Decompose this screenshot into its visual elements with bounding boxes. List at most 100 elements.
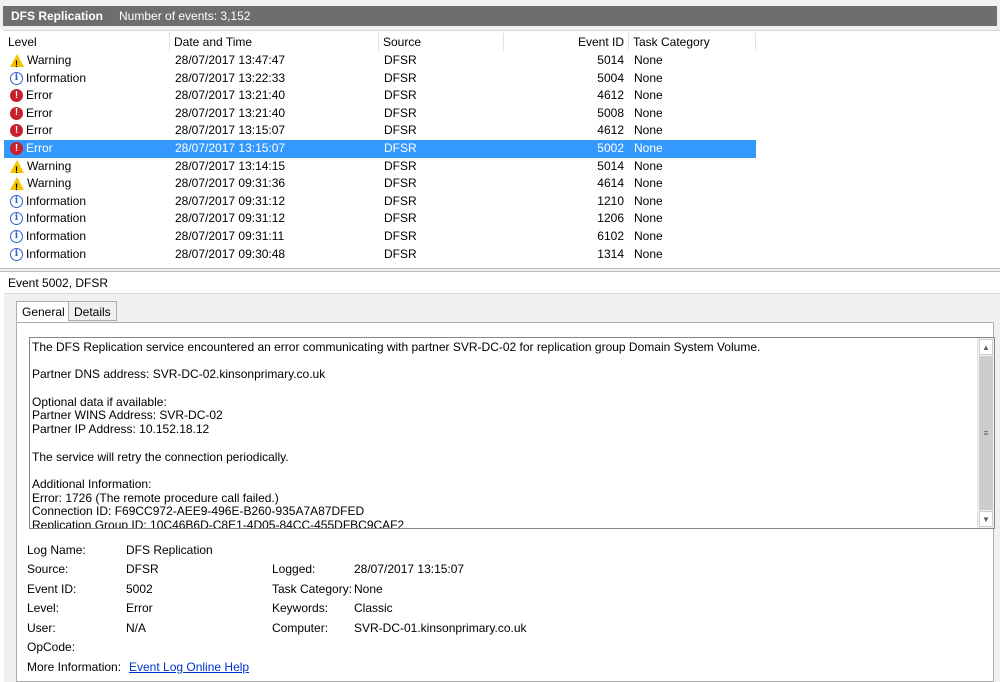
description-line: Connection ID: F69CC972-AEE9-496E-B260-9… xyxy=(32,504,365,519)
column-date[interactable]: Date and Time xyxy=(170,33,379,51)
event-row[interactable]: i Information 28/07/2017 13:22:33 DFSR 5004 N… xyxy=(4,70,756,88)
event-id: 1210 xyxy=(597,193,624,208)
event-id-value: 5002 xyxy=(126,582,153,596)
event-task-category: None xyxy=(634,229,663,243)
event-source: DFSR xyxy=(384,229,417,243)
level-value: Error xyxy=(126,601,153,615)
event-source: DFSR xyxy=(384,141,417,155)
scroll-thumb[interactable]: ≡ xyxy=(979,356,993,510)
event-task-category: None xyxy=(634,70,663,85)
event-date: 28/07/2017 09:30:48 xyxy=(175,246,286,261)
event-level: ! Warning xyxy=(10,158,71,175)
event-level-text: Information xyxy=(26,211,87,226)
error-icon: ! xyxy=(10,89,23,103)
log-name-label: Log Name: xyxy=(27,543,86,557)
log-name-value: DFS Replication xyxy=(126,543,213,557)
description-line: Partner IP Address: 10.152.18.12 xyxy=(32,422,210,437)
event-description-box[interactable]: The DFS Replication service encountered … xyxy=(29,337,995,529)
event-level-text: Warning xyxy=(27,158,72,173)
column-task-category[interactable]: Task Category xyxy=(629,33,756,51)
detail-header: Event 5002, DFSR xyxy=(4,272,1000,294)
event-level-text: Error xyxy=(26,88,53,103)
event-source: DFSR xyxy=(384,246,417,261)
event-date: 28/07/2017 09:31:36 xyxy=(175,176,286,191)
task-category-value: None xyxy=(354,582,383,596)
event-row[interactable]: i Information 28/07/2017 09:30:48 DFSR 1314 N… xyxy=(4,246,756,264)
event-task-category: None xyxy=(634,105,663,120)
event-row[interactable]: i Information 28/07/2017 09:31:11 DFSR 6102 N… xyxy=(4,228,756,246)
event-level-text: Warning xyxy=(27,53,72,67)
event-date: 28/07/2017 09:31:11 xyxy=(175,229,285,243)
column-header: Level Date and Time Source Event ID Task… xyxy=(4,33,1000,51)
event-level: ! Error xyxy=(10,122,53,139)
event-date: 28/07/2017 13:15:07 xyxy=(175,141,286,155)
event-id-label: Event ID: xyxy=(27,582,77,596)
column-level[interactable]: Level xyxy=(4,33,170,51)
event-source: DFSR xyxy=(384,88,417,103)
event-row[interactable]: ! Error 28/07/2017 13:21:40 DFSR 5008 None xyxy=(4,105,756,123)
event-row[interactable]: i Information 28/07/2017 09:31:12 DFSR 1210 N… xyxy=(4,193,756,211)
event-id: 4612 xyxy=(597,88,624,103)
error-icon: ! xyxy=(10,142,23,155)
event-task-category: None xyxy=(634,193,663,208)
description-line: Error: 1726 (The remote procedure call f… xyxy=(32,490,279,505)
event-date: 28/07/2017 13:14:15 xyxy=(175,158,286,173)
event-level: i Information xyxy=(10,70,86,87)
event-level: i Information xyxy=(10,246,86,263)
event-row[interactable]: ! Warning 28/07/2017 13:47:47 DFSR 5014 None xyxy=(4,52,756,70)
event-list[interactable]: Level Date and Time Source Event ID Task… xyxy=(4,30,1000,269)
description-line: Partner DNS address: SVR-DC-02.kinsonpri… xyxy=(32,367,326,382)
event-row-selected[interactable]: ! Error 28/07/2017 13:15:07 DFSR 5002 None xyxy=(4,140,756,158)
event-source: DFSR xyxy=(384,176,417,191)
tab-general[interactable]: General xyxy=(16,301,71,322)
event-row[interactable]: ! Warning 28/07/2017 09:31:36 DFSR 4614 None xyxy=(4,175,756,193)
description-line: Partner WINS Address: SVR-DC-02 xyxy=(32,408,223,423)
event-id: 5004 xyxy=(597,70,624,85)
event-task-category: None xyxy=(634,123,663,138)
description-line: Replication Group ID: 10C46B6D-C8E1-4D05… xyxy=(32,518,405,529)
description-line xyxy=(32,355,962,369)
column-event-id[interactable]: Event ID xyxy=(504,33,629,51)
event-source: DFSR xyxy=(384,70,417,85)
description-line xyxy=(32,382,962,396)
keywords-value: Classic xyxy=(354,601,393,615)
event-task-category: None xyxy=(634,246,663,261)
event-id: 5014 xyxy=(597,158,624,173)
general-tab-content: The DFS Replication service encountered … xyxy=(16,322,995,682)
event-date: 28/07/2017 09:31:12 xyxy=(175,193,286,208)
task-category-label: Task Category: xyxy=(272,582,353,596)
description-line: Optional data if available: xyxy=(32,394,167,409)
column-source[interactable]: Source xyxy=(379,33,504,51)
event-row[interactable]: i Information 28/07/2017 09:31:12 DFSR 1206 N… xyxy=(4,210,756,228)
event-level-text: Warning xyxy=(27,176,72,191)
description-line: Additional Information: xyxy=(32,476,152,491)
event-level: ! Error xyxy=(10,105,53,122)
level-label: Level: xyxy=(27,601,60,615)
event-date: 28/07/2017 09:31:12 xyxy=(175,211,286,226)
event-level: i Information xyxy=(10,228,86,245)
grip-icon: ≡ xyxy=(983,428,989,438)
event-task-category: None xyxy=(634,158,663,173)
logged-value: 28/07/2017 13:15:07 xyxy=(354,562,465,576)
event-row[interactable]: ! Error 28/07/2017 13:21:40 DFSR 4612 None xyxy=(4,87,756,105)
event-task-category: None xyxy=(634,88,663,103)
scroll-up-button[interactable]: ▲ xyxy=(979,339,993,355)
scroll-down-button[interactable]: ▼ xyxy=(979,511,993,527)
computer-value: SVR-DC-01.kinsonprimary.co.uk xyxy=(354,621,527,635)
event-date: 28/07/2017 13:22:33 xyxy=(175,70,286,85)
description-scrollbar[interactable]: ▲ ≡ ▼ xyxy=(977,338,994,528)
keywords-label: Keywords: xyxy=(272,601,329,615)
event-source: DFSR xyxy=(384,53,417,67)
event-id: 1206 xyxy=(597,211,624,226)
event-id: 5014 xyxy=(597,53,624,67)
event-row[interactable]: ! Warning 28/07/2017 13:14:15 DFSR 5014 None xyxy=(4,158,756,176)
event-count: Number of events: 3,152 xyxy=(119,9,251,23)
event-row[interactable]: ! Error 28/07/2017 13:15:07 DFSR 4612 None xyxy=(4,122,756,140)
tab-details[interactable]: Details xyxy=(68,301,117,321)
description-line: The DFS Replication service encountered … xyxy=(32,340,761,354)
detail-pane: Event 5002, DFSR General Details The DFS… xyxy=(4,272,1000,682)
event-level: ! Warning xyxy=(10,52,71,69)
event-level-text: Information xyxy=(26,193,87,208)
event-log-online-help-link[interactable]: Event Log Online Help xyxy=(129,660,249,674)
event-level-text: Error xyxy=(26,141,53,155)
